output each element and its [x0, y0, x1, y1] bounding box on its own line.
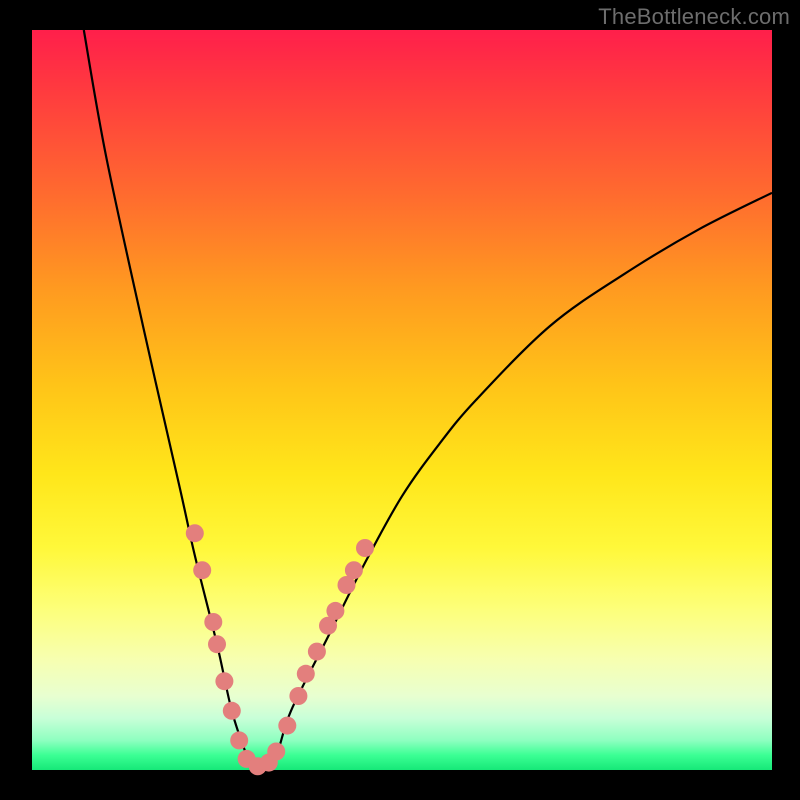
marker-dot: [204, 613, 222, 631]
marker-dot: [289, 687, 307, 705]
marker-dot: [308, 643, 326, 661]
marker-dot: [297, 665, 315, 683]
marker-dot: [345, 561, 363, 579]
watermark-text: TheBottleneck.com: [598, 4, 790, 30]
marker-dot: [230, 731, 248, 749]
plot-area: [32, 30, 772, 770]
marker-dot: [223, 702, 241, 720]
marker-dot: [193, 561, 211, 579]
marker-dot: [215, 672, 233, 690]
marker-dot: [208, 635, 226, 653]
marker-dot: [326, 602, 344, 620]
bottleneck-curve: [84, 30, 772, 772]
chart-svg: [32, 30, 772, 770]
marker-dot: [356, 539, 374, 557]
chart-frame: TheBottleneck.com: [0, 0, 800, 800]
marker-dot: [186, 524, 204, 542]
marker-dot: [267, 743, 285, 761]
marker-group: [186, 524, 374, 775]
marker-dot: [278, 717, 296, 735]
